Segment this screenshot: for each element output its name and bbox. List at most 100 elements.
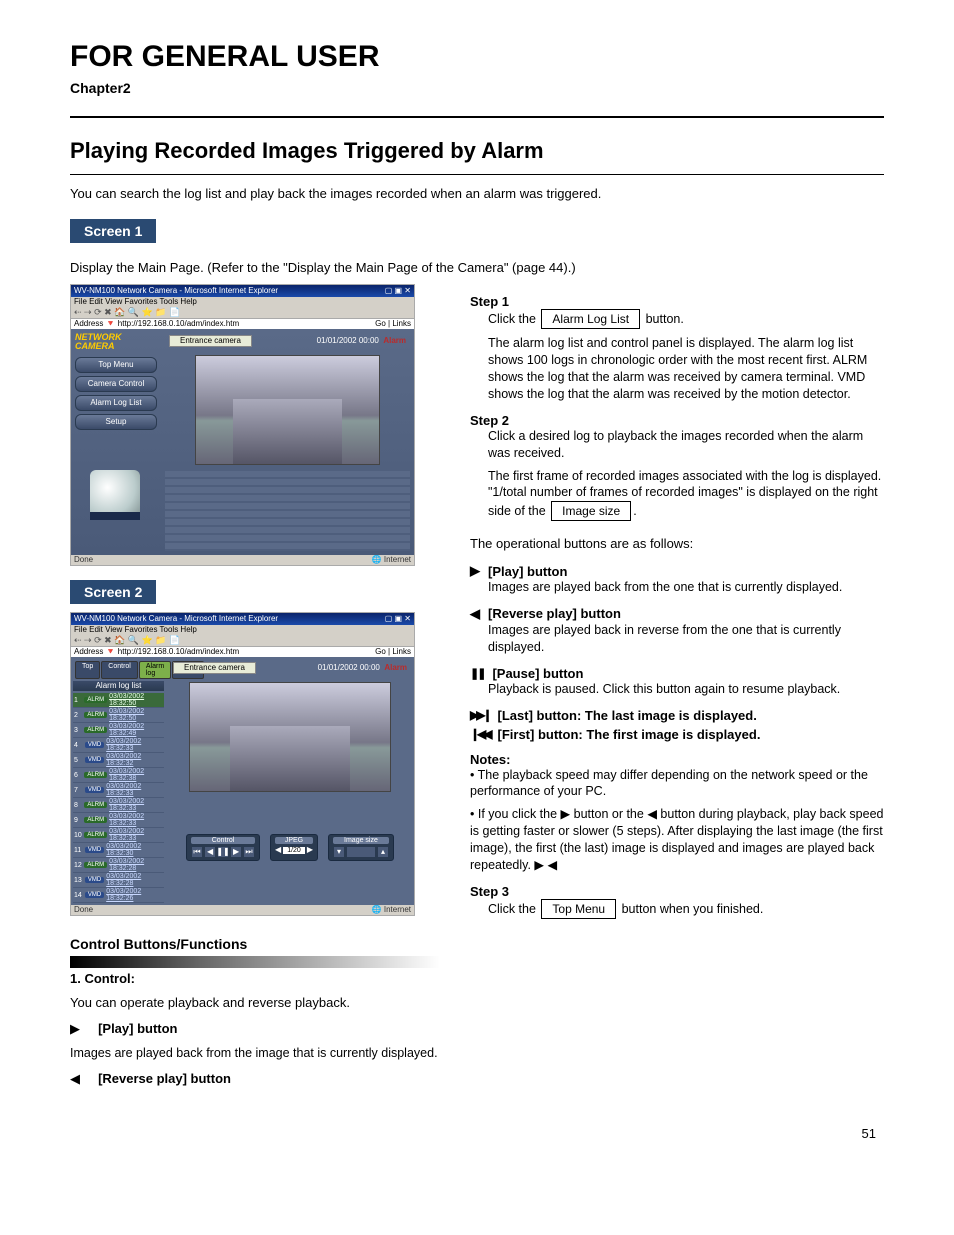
top-menu-button[interactable]: Top Menu <box>75 357 157 373</box>
ss2-statusbar: Done 🌐 Internet <box>71 905 414 915</box>
prev-frame-icon[interactable]: ◀ <box>275 846 281 854</box>
screen2-label: Screen 2 <box>70 580 156 604</box>
step2-desc: The first frame of recorded images assoc… <box>488 468 884 522</box>
ss1-titlebar: WV-NM100 Network Camera - Microsoft Inte… <box>71 285 414 297</box>
log-row[interactable]: 6ALRM03/03/2002 18:32:38 <box>73 768 164 783</box>
first-button-label: [First] button: The first image is displ… <box>498 727 761 742</box>
last-icon[interactable]: ⏭ <box>243 846 255 858</box>
playback-controls: Control ⏮ ◀ ❚❚ ▶ ⏭ JPEG <box>169 834 411 861</box>
ss2-toolbar: ⇠ ⇢ ⟳ ✖ 🏠 🔍 ⭐ 📁 📄 <box>71 635 414 646</box>
camera-date: 01/01/2002 00:00 <box>317 336 379 345</box>
chapter-label: Chapter2 <box>70 80 884 96</box>
log-row[interactable]: 4VMD03/03/2002 18:32:33 <box>73 738 164 753</box>
log-row[interactable]: 3ALRM03/03/2002 18:32:49 <box>73 723 164 738</box>
step1-desc: The alarm log list and control panel is … <box>488 335 884 403</box>
page-title: FOR GENERAL USER <box>70 40 884 74</box>
step3-label: Step 3 <box>470 884 884 899</box>
last-icon: ▶▶❙ <box>470 708 490 722</box>
play-icon: ▶ <box>534 858 544 872</box>
last-button-doc: ▶▶❙ [Last] button: The last image is dis… <box>470 708 884 723</box>
log-row[interactable]: 12ALRM03/03/2002 18:32:28 <box>73 858 164 873</box>
top-menu-ref-button: Top Menu <box>541 899 616 919</box>
play-icon: ▶ <box>470 563 480 579</box>
ss2-menubar: File Edit View Favorites Tools Help <box>71 625 414 635</box>
page-number: 51 <box>70 1126 884 1141</box>
camera-label: Entrance camera <box>169 335 252 347</box>
notes-block: Notes: • The playback speed may differ d… <box>470 752 884 874</box>
log-row[interactable]: 14VMD03/03/2002 18:32:26 <box>73 888 164 903</box>
section-heading: Playing Recorded Images Triggered by Ala… <box>70 138 884 164</box>
step3-text: Click the Top Menu button when you finis… <box>488 899 884 919</box>
next-frame-icon[interactable]: ▶ <box>307 846 313 854</box>
camera-logo: NETWORK CAMERA <box>75 333 157 351</box>
controls-intro: The operational buttons are as follows: <box>470 535 884 553</box>
ss1-toolbar: ⇠ ⇢ ⟳ ✖ 🏠 🔍 ⭐ 📁 📄 <box>71 307 414 318</box>
alarm-log-list-button[interactable]: Alarm Log List <box>75 395 157 411</box>
pause-icon[interactable]: ❚❚ <box>217 846 229 858</box>
screen1-desc: Display the Main Page. (Refer to the "Di… <box>70 259 884 277</box>
control-group: Control ⏮ ◀ ❚❚ ▶ ⏭ <box>186 834 260 861</box>
pause-button-label: [Pause] button <box>492 666 583 681</box>
ss2-titlebar: WV-NM100 Network Camera - Microsoft Inte… <box>71 613 414 625</box>
left-play-label: [Play] button <box>98 1021 177 1036</box>
ss2-window-title: WV-NM100 Network Camera - Microsoft Inte… <box>74 615 278 623</box>
size-down-icon[interactable]: ▾ <box>333 846 345 858</box>
jpeg-group: JPEG ◀ 1/20 ▶ <box>270 834 318 861</box>
play-icon[interactable]: ▶ <box>230 846 242 858</box>
ss2-main: Entrance camera 01/01/2002 00:00 Alarm C… <box>166 657 414 905</box>
left-rplay-item: ◀ [Reverse play] button <box>70 1070 440 1088</box>
window-controls-icon: ▢ ▣ ✕ <box>385 615 411 623</box>
log-row[interactable]: 9ALRM03/03/2002 18:32:33 <box>73 813 164 828</box>
tab-control[interactable]: Control <box>101 661 138 679</box>
imagesize-label: Image size <box>333 837 389 844</box>
step2-text: Click a desired log to playback the imag… <box>488 428 884 462</box>
status-done: Done <box>74 556 93 564</box>
note-1: • The playback speed may differ dependin… <box>470 767 884 801</box>
gradient-bar <box>70 956 440 968</box>
imagesize-group: Image size ▾ ▴ <box>328 834 394 861</box>
log-row[interactable]: 7VMD03/03/2002 18:32:33 <box>73 783 164 798</box>
ss1-background-lines <box>165 471 410 551</box>
log-list-title: Alarm log list <box>73 681 164 691</box>
control-desc: You can operate playback and reverse pla… <box>70 994 440 1012</box>
chapter-header: FOR GENERAL USER Chapter2 <box>70 40 884 96</box>
camera-control-button[interactable]: Camera Control <box>75 376 157 392</box>
alarm-log-sidebar: Top Control Alarm log Setup Alarm log li… <box>71 657 166 905</box>
rplay-button-text: Images are played back in reverse from t… <box>488 622 884 656</box>
step3-block: Step 3 Click the Top Menu button when yo… <box>470 884 884 919</box>
step1-label: Step 1 <box>470 294 884 309</box>
first-icon[interactable]: ⏮ <box>191 846 203 858</box>
log-row[interactable]: 10ALRM03/03/2002 18:32:33 <box>73 828 164 843</box>
log-row[interactable]: 1ALRM03/03/2002 18:32:50 <box>73 693 164 708</box>
log-row[interactable]: 2ALRM03/03/2002 18:32:50 <box>73 708 164 723</box>
window-controls-icon: ▢ ▣ ✕ <box>385 287 411 295</box>
log-rows-container: 1ALRM03/03/2002 18:32:502ALRM03/03/2002 … <box>73 693 164 903</box>
log-row[interactable]: 13VMD03/03/2002 18:32:28 <box>73 873 164 888</box>
setup-button[interactable]: Setup <box>75 414 157 430</box>
play-icon: ▶ <box>561 807 571 821</box>
camera-label: Entrance camera <box>173 662 256 674</box>
ss2-addressbar: Address 🔻 http://192.168.0.10/adm/index.… <box>71 646 414 657</box>
camera-date: 01/01/2002 00:00 <box>318 663 380 672</box>
rplay-icon: ◀ <box>70 1071 80 1086</box>
rplay-button-label: [Reverse play] button <box>488 606 621 621</box>
size-up-icon[interactable]: ▴ <box>377 846 389 858</box>
control-title: 1. Control: <box>70 971 440 986</box>
jpeg-label: JPEG <box>275 837 313 844</box>
last-button-label: [Last] button: The last image is display… <box>498 708 757 723</box>
thin-divider <box>70 174 884 175</box>
rplay-icon[interactable]: ◀ <box>204 846 216 858</box>
pause-icon: ❚❚ <box>470 667 484 680</box>
play-button-text: Images are played back from the one that… <box>488 579 884 596</box>
log-row[interactable]: 8ALRM03/03/2002 18:32:33 <box>73 798 164 813</box>
log-row[interactable]: 5VMD03/03/2002 18:32:32 <box>73 753 164 768</box>
addr-label: Address <box>74 319 103 328</box>
log-row[interactable]: 11VMD03/03/2002 18:32:30 <box>73 843 164 858</box>
play-button-doc: ▶ [Play] button Images are played back f… <box>470 563 884 596</box>
tab-top[interactable]: Top <box>75 661 100 679</box>
rplay-icon: ◀ <box>470 606 480 622</box>
first-icon: ❙◀◀ <box>470 727 490 741</box>
alarm-indicator: Alarm <box>383 336 406 345</box>
camera-icon <box>90 470 140 520</box>
first-button-doc: ❙◀◀ [First] button: The first image is d… <box>470 727 884 742</box>
